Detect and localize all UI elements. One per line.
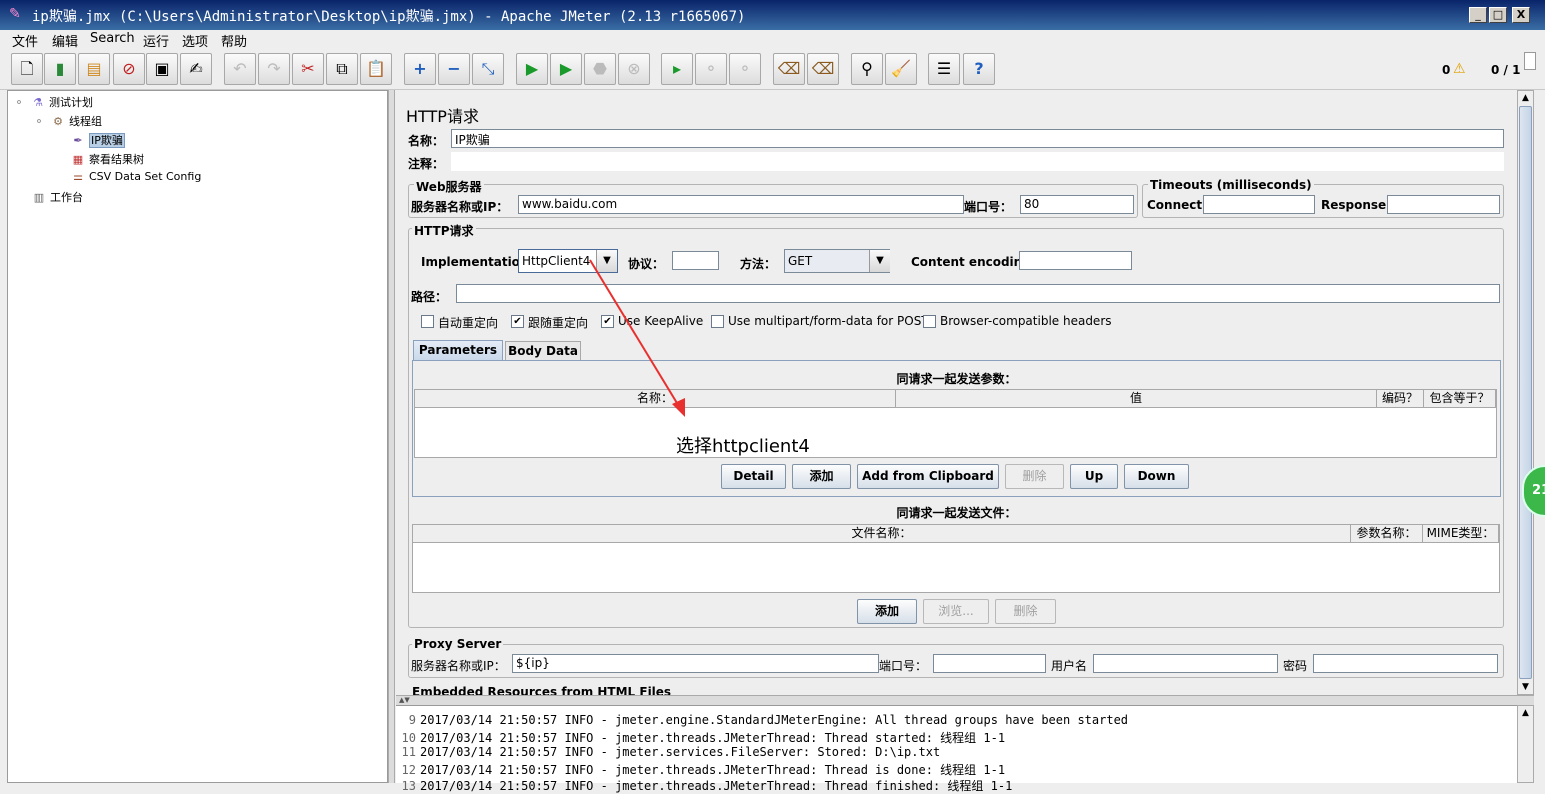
tree-expander-icon[interactable]: ⚬ [31, 115, 47, 129]
log-line-number: 13 [401, 779, 416, 793]
tree-item-label: CSV Data Set Config [89, 170, 202, 183]
arrow-head [672, 398, 685, 417]
tree-expander-icon[interactable]: ⚬ [11, 96, 27, 110]
remote-start-icon[interactable]: ▸ [661, 53, 693, 85]
tree-item-results-tree[interactable]: ▦ 察看结果树 [70, 151, 144, 167]
annotation-text: 选择httpclient4 [676, 436, 810, 457]
log-line-text: 2017/03/14 21:50:57 INFO - jmeter.servic… [420, 745, 941, 759]
undo-icon[interactable]: ↶ [224, 53, 256, 85]
chart-icon: ▦ [72, 153, 84, 166]
toggle-icon[interactable]: ⤡ [472, 53, 504, 85]
templates-icon[interactable]: ▮ [44, 53, 76, 85]
menu-help[interactable]: 帮助 [221, 31, 247, 50]
log-line: 13 2017/03/14 21:50:57 INFO - jmeter.thre… [396, 777, 1013, 793]
toolbar: 🗋 ▮ ▤ ⊘ ▣ ✍ ↶ ↷ ✂ ⧉ 📋 + − ⤡ ▶ ▶ ⬣ ⊗ ▸ ⚬ … [0, 50, 1545, 90]
log-panel: 9 2017/03/14 21:50:57 INFO - jmeter.engin… [396, 705, 1517, 793]
log-line-text: 2017/03/14 21:50:57 INFO - jmeter.thread… [420, 763, 1006, 777]
redo-icon[interactable]: ↷ [258, 53, 290, 85]
remote-exit-icon[interactable]: ⚬ [729, 53, 761, 85]
log-line-number: 10 [401, 731, 416, 745]
log-line: 10 2017/03/14 21:50:57 INFO - jmeter.thre… [396, 729, 1006, 745]
scroll-down-icon[interactable]: ▼ [1518, 680, 1533, 694]
shutdown-icon[interactable]: ⊗ [618, 53, 650, 85]
log-line: 9 2017/03/14 21:50:57 INFO - jmeter.engin… [396, 713, 1128, 729]
menu-bar: 文件 编辑 Search 运行 选项 帮助 [0, 30, 1545, 50]
start-no-pause-icon[interactable]: ▶ [550, 53, 582, 85]
collapse-icon[interactable]: − [438, 53, 470, 85]
thread-count: 0 / 1 [1491, 63, 1521, 77]
tree-item-label: 察看结果树 [89, 153, 144, 166]
menu-options[interactable]: 选项 [182, 31, 208, 50]
flask-icon: ⚗ [33, 96, 43, 109]
log-line: 11 2017/03/14 21:50:57 INFO - jmeter.serv… [396, 745, 941, 761]
window-title: ip欺骗.jmx (C:\Users\Administrator\Desktop… [32, 9, 746, 25]
scroll-thumb[interactable] [1519, 106, 1532, 679]
spool-icon: ⚙ [53, 115, 63, 128]
new-icon[interactable]: 🗋 [11, 53, 43, 85]
log-split-divider[interactable]: ▲▼ [396, 695, 1534, 705]
test-plan-tree: ⚬ ⚗ 测试计划 ⚬ ⚙ 线程组 ✒ IP欺骗 ▦ 察看结果树 ⚌ CSV Data Set … [7, 90, 388, 783]
sliders-icon: ⚌ [73, 170, 83, 183]
minimize-button[interactable]: _ [1469, 7, 1487, 23]
tree-item-thread-group[interactable]: ⚬ ⚙ 线程组 [31, 113, 102, 129]
scroll-up-icon[interactable]: ▲ [1518, 706, 1533, 720]
tree-item-label: 测试计划 [49, 96, 93, 109]
tree-item-label: IP欺骗 [89, 133, 125, 148]
badge-count: 21 [1532, 483, 1545, 498]
tree-item-label: 线程组 [69, 115, 102, 128]
log-line-text: 2017/03/14 21:50:57 INFO - jmeter.engine… [420, 713, 1129, 727]
start-icon[interactable]: ▶ [516, 53, 548, 85]
close-file-icon[interactable]: ⊘ [113, 53, 145, 85]
paste-icon[interactable]: 📋 [360, 53, 392, 85]
form-scrollbar[interactable]: ▲ ▼ [1517, 90, 1534, 695]
log-line-number: 9 [408, 713, 416, 727]
log-line-number: 12 [401, 763, 416, 777]
search-icon[interactable]: ⚲ [851, 53, 883, 85]
status-indicator [1524, 52, 1536, 70]
http-request-panel: HTTP请求 名称： IP欺骗 注释： Web服务器 服务器名称或IP： www… [396, 90, 1517, 695]
log-line: 12 2017/03/14 21:50:57 INFO - jmeter.thre… [396, 761, 1006, 777]
function-helper-icon[interactable]: ☰ [928, 53, 960, 85]
clear-icon[interactable]: ⌫ [773, 53, 805, 85]
copy-icon[interactable]: ⧉ [326, 53, 358, 85]
warning-icon[interactable]: ⚠ [1453, 61, 1466, 77]
title-bar: ✎ ip欺骗.jmx (C:\Users\Administrator\Deskt… [0, 0, 1545, 30]
save-as-icon[interactable]: ✍ [180, 53, 212, 85]
arrow-line [589, 259, 681, 409]
split-divider[interactable] [388, 90, 395, 783]
pipette-icon: ✒ [73, 134, 83, 147]
menu-search[interactable]: Search [90, 31, 135, 46]
tree-item-label: 工作台 [50, 191, 83, 204]
cut-icon[interactable]: ✂ [292, 53, 324, 85]
clear-all-icon[interactable]: ⌫ [807, 53, 839, 85]
log-line-text: 2017/03/14 21:50:57 INFO - jmeter.thread… [420, 779, 1013, 793]
maximize-button[interactable]: □ [1489, 7, 1507, 23]
tree-item-ip-spoof[interactable]: ✒ IP欺骗 [70, 132, 125, 148]
tree-item-workbench[interactable]: ▥ 工作台 [31, 189, 83, 205]
open-icon[interactable]: ▤ [78, 53, 110, 85]
annotation-arrow [589, 259, 685, 417]
feather-icon: ✎ [9, 6, 21, 22]
expand-icon[interactable]: + [404, 53, 436, 85]
warning-count: 0 [1442, 63, 1451, 77]
tree-item-test-plan[interactable]: ⚬ ⚗ 测试计划 [11, 94, 93, 110]
workbench-icon: ▥ [33, 191, 45, 204]
log-line-text: 2017/03/14 21:50:57 INFO - jmeter.thread… [420, 731, 1006, 745]
help-icon[interactable]: ? [963, 53, 995, 85]
close-button[interactable]: X [1512, 7, 1530, 23]
remote-stop-icon[interactable]: ⚬ [695, 53, 727, 85]
save-icon[interactable]: ▣ [146, 53, 178, 85]
menu-edit[interactable]: 编辑 [52, 31, 78, 50]
tree-item-csv-config[interactable]: ⚌ CSV Data Set Config [70, 170, 201, 184]
log-scrollbar[interactable]: ▲ [1517, 705, 1534, 783]
menu-run[interactable]: 运行 [143, 31, 169, 50]
menu-file[interactable]: 文件 [12, 31, 38, 50]
stop-icon[interactable]: ⬣ [584, 53, 616, 85]
log-line-number: 11 [401, 745, 416, 759]
scroll-up-icon[interactable]: ▲ [1518, 91, 1533, 105]
reset-search-icon[interactable]: 🧹 [885, 53, 917, 85]
